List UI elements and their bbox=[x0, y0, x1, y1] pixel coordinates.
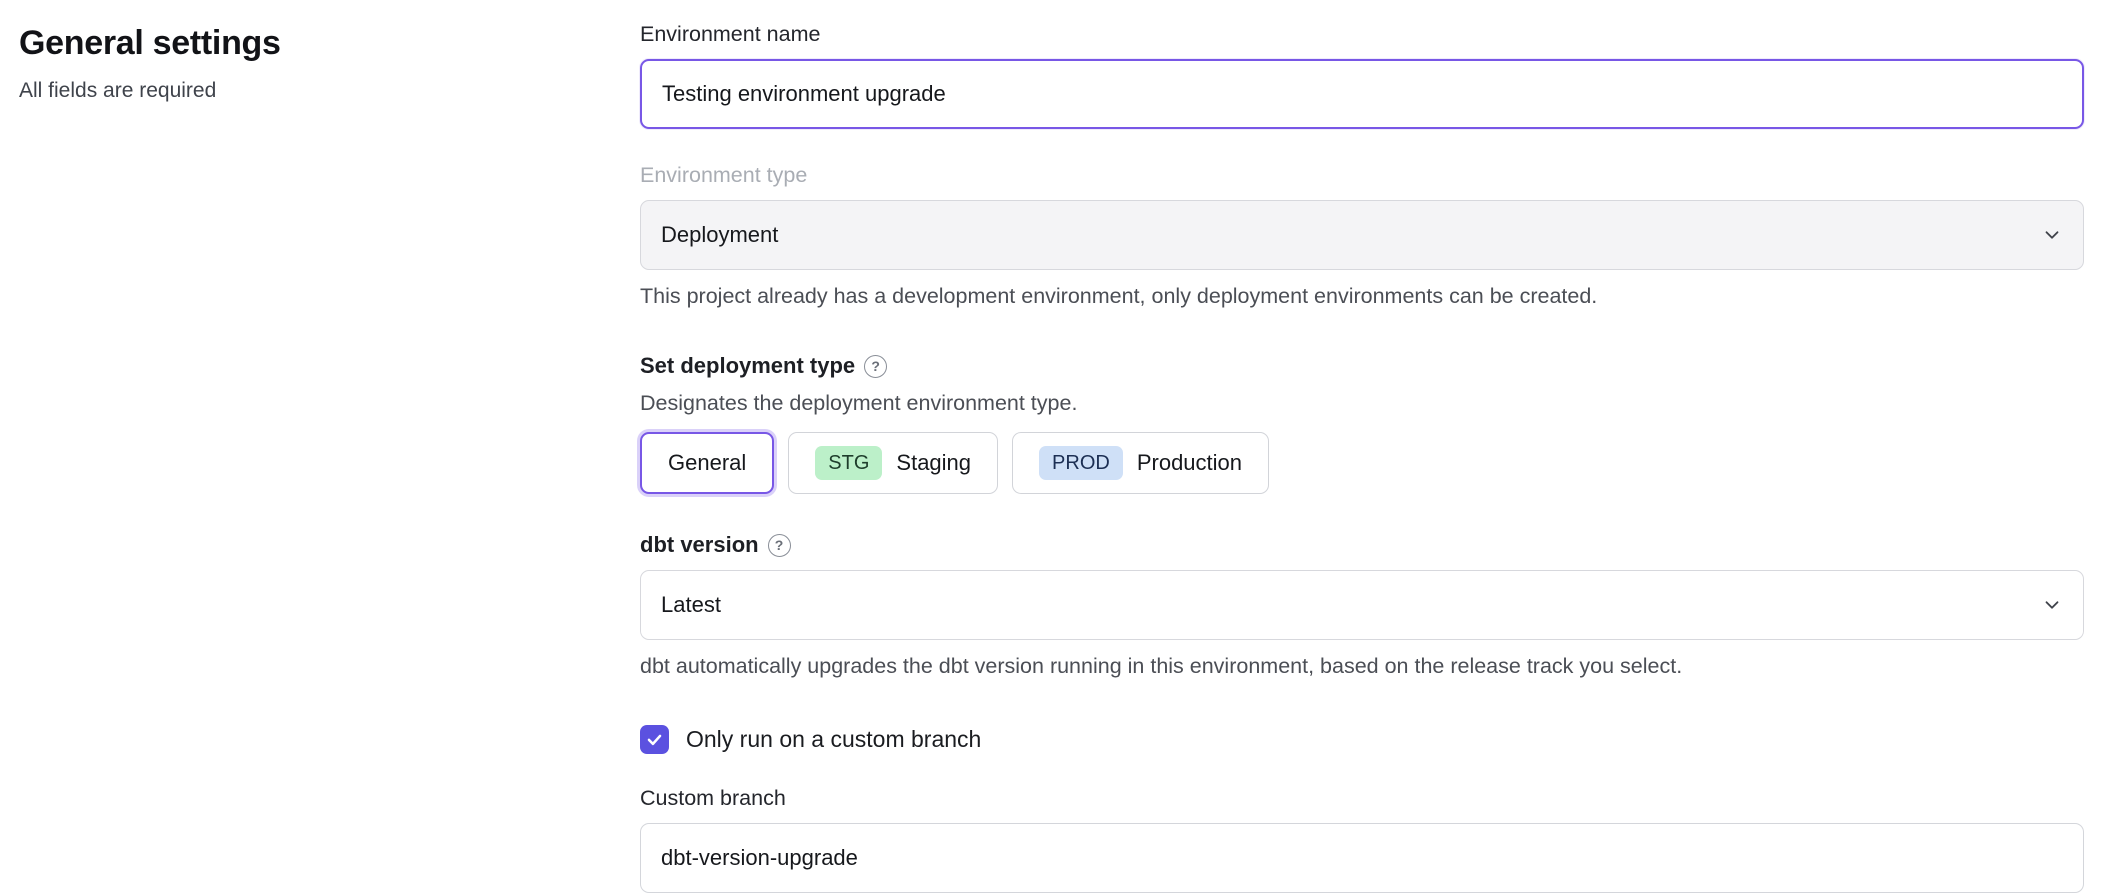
environment-type-select[interactable]: Deployment bbox=[640, 200, 2084, 270]
page-title: General settings bbox=[19, 24, 640, 63]
deployment-type-options: General STG Staging PROD Production bbox=[640, 432, 2084, 494]
staging-badge: STG bbox=[815, 446, 882, 480]
deployment-type-staging-label: Staging bbox=[896, 450, 971, 476]
environment-type-helper: This project already has a development e… bbox=[640, 284, 2084, 309]
custom-branch-checkbox-label[interactable]: Only run on a custom branch bbox=[686, 726, 981, 753]
check-icon bbox=[645, 730, 664, 749]
page-subtitle: All fields are required bbox=[19, 79, 640, 103]
environment-settings-page: General settings All fields are required… bbox=[0, 0, 2116, 893]
environment-type-field: Environment type Deployment This project… bbox=[640, 163, 2084, 309]
custom-branch-input[interactable] bbox=[640, 823, 2084, 893]
chevron-down-icon bbox=[2041, 594, 2063, 616]
dbt-version-helper: dbt automatically upgrades the dbt versi… bbox=[640, 654, 2084, 679]
chevron-down-icon bbox=[2041, 224, 2063, 246]
help-icon[interactable]: ? bbox=[864, 355, 887, 378]
environment-name-label: Environment name bbox=[640, 22, 2084, 47]
deployment-type-label-row: Set deployment type ? bbox=[640, 353, 2084, 379]
custom-branch-checkbox[interactable] bbox=[640, 725, 669, 754]
dbt-version-label-row: dbt version ? bbox=[640, 532, 2084, 558]
production-badge: PROD bbox=[1039, 446, 1123, 480]
custom-branch-checkbox-row: Only run on a custom branch bbox=[640, 725, 2084, 754]
deployment-type-general-button[interactable]: General bbox=[640, 432, 774, 494]
deployment-type-field: Set deployment type ? Designates the dep… bbox=[640, 353, 2084, 494]
environment-name-field: Environment name bbox=[640, 22, 2084, 129]
deployment-type-production-button[interactable]: PROD Production bbox=[1012, 432, 1269, 494]
help-icon[interactable]: ? bbox=[768, 534, 791, 557]
deployment-type-description: Designates the deployment environment ty… bbox=[640, 391, 2084, 416]
dbt-version-select[interactable]: Latest bbox=[640, 570, 2084, 640]
deployment-type-staging-button[interactable]: STG Staging bbox=[788, 432, 998, 494]
dbt-version-value: Latest bbox=[661, 592, 721, 618]
dbt-version-field: dbt version ? Latest dbt automatically u… bbox=[640, 532, 2084, 679]
deployment-type-general-label: General bbox=[668, 450, 746, 476]
environment-type-value: Deployment bbox=[661, 222, 778, 248]
custom-branch-label: Custom branch bbox=[640, 786, 2084, 811]
custom-branch-field: Custom branch bbox=[640, 786, 2084, 893]
deployment-type-label: Set deployment type bbox=[640, 353, 855, 379]
settings-header: General settings All fields are required bbox=[0, 16, 640, 893]
environment-type-label: Environment type bbox=[640, 163, 2084, 188]
environment-settings-form: Environment name Environment type Deploy… bbox=[640, 16, 2084, 893]
deployment-type-production-label: Production bbox=[1137, 450, 1242, 476]
dbt-version-label: dbt version bbox=[640, 532, 759, 558]
environment-name-input[interactable] bbox=[640, 59, 2084, 129]
